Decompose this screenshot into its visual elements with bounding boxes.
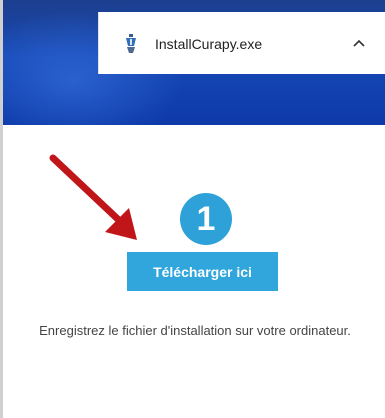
screenshot-frame: InstallCurapy.exe 1 Télécharger ici Enre… xyxy=(0,0,385,418)
step-number-badge: 1 xyxy=(180,193,232,245)
browser-download-item[interactable]: InstallCurapy.exe xyxy=(98,12,385,74)
download-here-button[interactable]: Télécharger ici xyxy=(127,252,278,291)
download-file-name[interactable]: InstallCurapy.exe xyxy=(155,36,262,52)
instruction-text: Enregistrez le fichier d'installation su… xyxy=(39,323,351,338)
installer-icon xyxy=(126,34,136,53)
red-pointer-arrow-icon xyxy=(49,154,137,240)
chevron-up-icon[interactable] xyxy=(352,36,366,50)
